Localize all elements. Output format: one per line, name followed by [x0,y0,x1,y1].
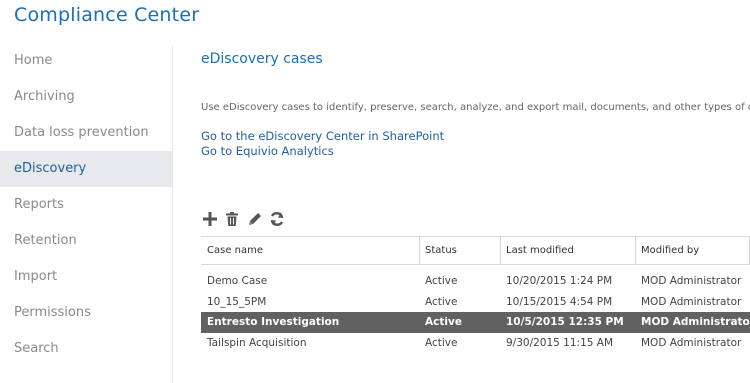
column-header-modified-by[interactable]: Modified by [635,237,750,264]
modified-by-cell: MOD Administrator [641,316,750,328]
column-header-case-name[interactable]: Case name [201,237,419,264]
last-modified-cell: 10/20/2015 1:24 PM [506,275,613,287]
sidebar-item-import[interactable]: Import [0,259,172,295]
page-description: Use eDiscovery cases to identify, preser… [201,102,750,113]
table-header: Case name Status Last modified Modified … [201,236,750,265]
table-row[interactable]: Demo Case Active 10/20/2015 1:24 PM MOD … [201,271,750,292]
status-cell: Active [425,275,458,287]
sidebar-item-permissions[interactable]: Permissions [0,295,172,331]
table-body: Demo Case Active 10/20/2015 1:24 PM MOD … [201,271,750,353]
plus-icon[interactable] [201,210,219,228]
sidebar-nav: Home Archiving Data loss prevention eDis… [0,43,172,367]
case-name-cell: Tailspin Acquisition [207,336,307,349]
sidebar-item-ediscovery[interactable]: eDiscovery [0,151,172,187]
sidebar-item-retention[interactable]: Retention [0,223,172,259]
last-modified-cell: 9/30/2015 11:15 AM [506,336,614,349]
modified-by-cell: MOD Administrator [641,295,742,308]
status-cell: Active [425,336,458,349]
sidebar-item-search[interactable]: Search [0,331,172,367]
trash-icon[interactable] [223,210,241,228]
case-name-cell: Demo Case [207,275,268,287]
table-row-selected[interactable]: Entresto Investigation Active 10/5/2015 … [201,312,750,333]
case-name-cell: Entresto Investigation [207,316,340,328]
app-title: Compliance Center [14,4,200,26]
sidebar-item-data-loss-prevention[interactable]: Data loss prevention [0,115,172,151]
refresh-icon[interactable] [268,210,286,228]
column-header-last-modified[interactable]: Last modified [500,237,635,264]
case-name-cell: 10_15_5PM [207,295,267,308]
pencil-icon[interactable] [246,210,264,228]
sidebar-divider [172,46,173,383]
last-modified-cell: 10/5/2015 12:35 PM [506,316,624,328]
page-title: eDiscovery cases [201,51,323,67]
status-cell: Active [425,295,458,308]
sidebar-item-archiving[interactable]: Archiving [0,79,172,115]
modified-by-cell: MOD Administrator [641,336,742,349]
sidebar-item-home[interactable]: Home [0,43,172,79]
column-header-status[interactable]: Status [419,237,500,264]
equivio-analytics-link[interactable]: Go to Equivio Analytics [201,144,334,158]
status-cell: Active [425,316,462,328]
table-row[interactable]: Tailspin Acquisition Active 9/30/2015 11… [201,333,750,354]
last-modified-cell: 10/15/2015 4:54 PM [506,295,613,308]
modified-by-cell: MOD Administrator [641,275,742,287]
cases-table: Case name Status Last modified Modified … [201,236,750,353]
sidebar-item-reports[interactable]: Reports [0,187,172,223]
table-row[interactable]: 10_15_5PM Active 10/15/2015 4:54 PM MOD … [201,292,750,313]
ediscovery-center-link[interactable]: Go to the eDiscovery Center in SharePoin… [201,129,444,143]
